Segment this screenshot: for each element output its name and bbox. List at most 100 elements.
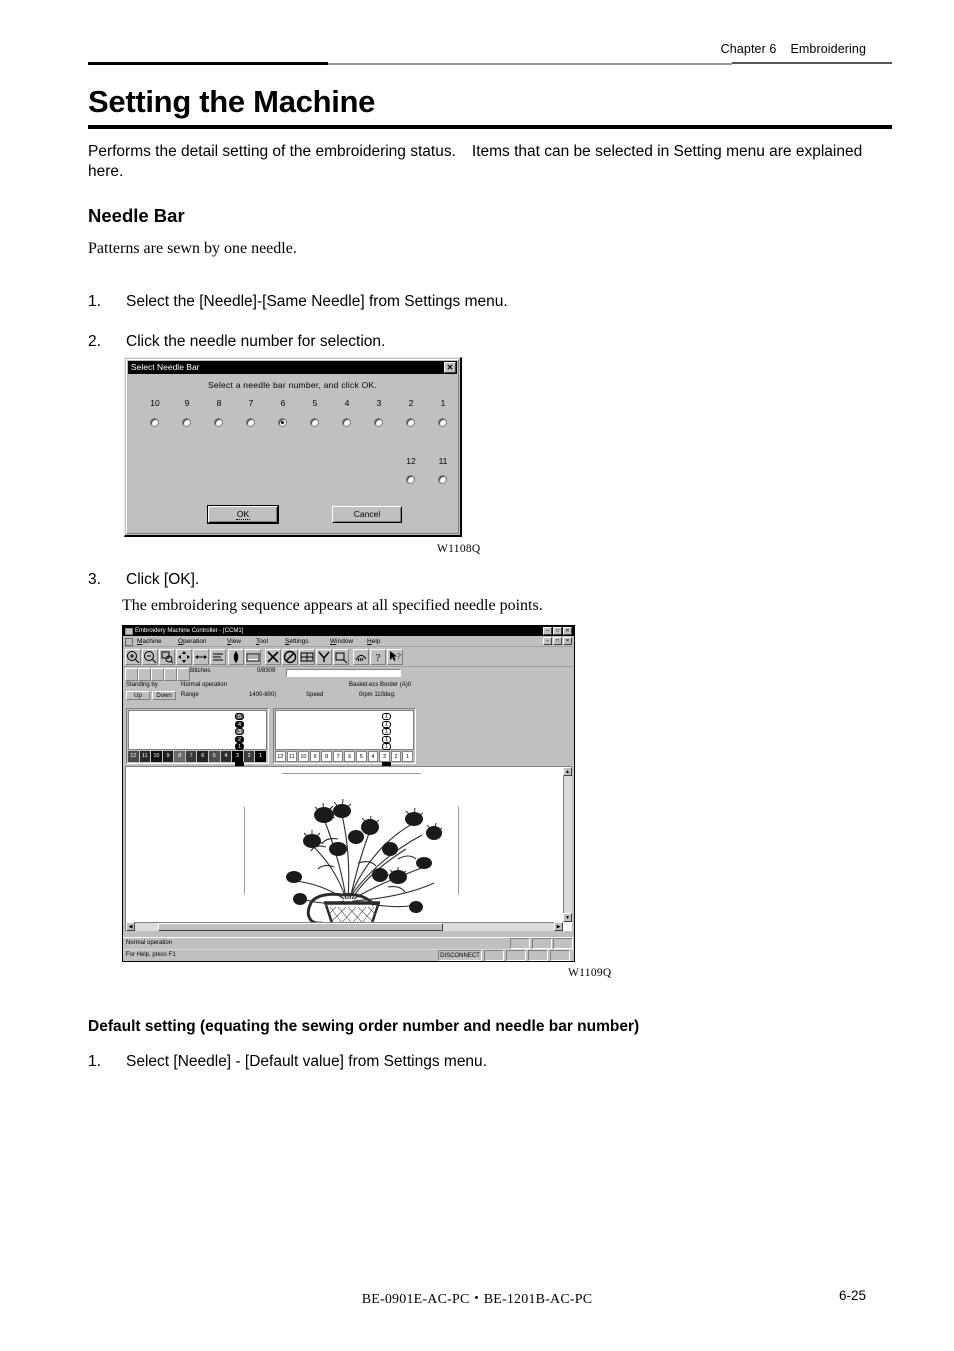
vertical-scrollbar[interactable] — [563, 767, 572, 922]
needle-scale-cell-12[interactable]: 12 — [128, 751, 140, 762]
needle-radio-5[interactable] — [310, 418, 319, 427]
trace-icon[interactable] — [316, 649, 332, 665]
needle-chip-1[interactable]: 1 — [382, 735, 391, 743]
frame-icon[interactable] — [245, 649, 261, 665]
sequence-chip-2[interactable]: 2 — [235, 735, 244, 743]
zoom-in-icon[interactable] — [125, 649, 141, 665]
thread-icon[interactable] — [353, 649, 369, 665]
down-button[interactable]: Down — [152, 691, 176, 700]
scroll-right-arrow[interactable]: ▶ — [554, 922, 563, 931]
needle-radio-4[interactable] — [342, 418, 351, 427]
mdi-minimize-button[interactable]: – — [543, 637, 552, 645]
design-canvas[interactable]: ▲ ▼ ◀ ▶ — [125, 766, 572, 931]
sequence-chip-1[interactable]: 1 — [235, 743, 244, 751]
horizontal-scrollbar[interactable] — [126, 922, 563, 931]
needle-radio-1[interactable] — [438, 418, 447, 427]
cancel-button[interactable]: Cancel — [332, 506, 402, 523]
zoom-region-icon[interactable] — [159, 649, 175, 665]
needle-scale-cell-7[interactable]: 7 — [185, 751, 198, 762]
needle-scale-cell-right-4[interactable]: 4 — [367, 751, 379, 762]
cancel-x-icon[interactable] — [265, 649, 281, 665]
move-icon[interactable] — [193, 649, 209, 665]
updown-icon[interactable] — [164, 668, 177, 681]
needle-scale-cell-right-12[interactable]: 12 — [275, 751, 286, 762]
help-pointer-icon[interactable]: ? — [387, 649, 403, 665]
needle-scale-cell-1[interactable]: 1 — [255, 751, 267, 762]
close-icon[interactable]: ✕ — [444, 361, 456, 373]
needle-scale-cell-right-8[interactable]: 8 — [321, 751, 332, 762]
menu-view[interactable]: View — [227, 636, 241, 647]
needle-chip-1[interactable]: 1 — [382, 743, 391, 751]
copy-icon[interactable] — [151, 668, 164, 681]
align-icon[interactable] — [210, 649, 226, 665]
needle-set-icon[interactable] — [333, 649, 349, 665]
needle-scale-cell-6[interactable]: 6 — [197, 751, 210, 762]
needle-scale-cell-3[interactable]: 3 — [232, 751, 244, 762]
needle-radio-9[interactable] — [182, 418, 191, 427]
menu-settings[interactable]: Settings — [285, 636, 309, 647]
needle-scale-left[interactable]: 12 11 10 9 8 7 6 5 4 3 2 1 — [128, 751, 267, 762]
needle-chip-1[interactable]: 1 — [382, 713, 391, 720]
origin-icon[interactable] — [125, 668, 138, 681]
menu-help[interactable]: Help — [367, 636, 380, 647]
needle-radio-3[interactable] — [374, 418, 383, 427]
needle-panel-right[interactable]: 11111 12 11 10 9 8 7 6 5 4 3 2 1 — [273, 708, 416, 767]
sequence-chip-4[interactable]: 4 — [235, 720, 244, 728]
window-maximize-button[interactable]: □ — [553, 627, 562, 635]
needle-scale-cell-right-10[interactable]: 10 — [298, 751, 309, 762]
needle-scale-cell-right-9[interactable]: 9 — [309, 751, 321, 762]
needle-scale-cell-5[interactable]: 5 — [209, 751, 221, 762]
sequence-chip-5[interactable]: 5 — [235, 713, 244, 720]
menu-machine[interactable]: Machine — [137, 636, 162, 647]
zoom-out-icon[interactable] — [142, 649, 158, 665]
ok-button[interactable]: OK — [207, 505, 279, 524]
needle-scale-cell-8[interactable]: 8 — [174, 751, 186, 762]
horizontal-scroll-thumb[interactable] — [158, 923, 443, 931]
needle-scale-cell-4[interactable]: 4 — [220, 751, 233, 762]
menu-tool[interactable]: Tool — [256, 636, 268, 647]
needle-scale-cell-9[interactable]: 9 — [162, 751, 175, 762]
mdi-maximize-button[interactable]: □ — [553, 637, 562, 645]
window-controls[interactable]: – □ ✕ — [543, 627, 572, 635]
needle-radio-12[interactable] — [406, 475, 415, 484]
up-button[interactable]: Up — [126, 691, 150, 700]
needle-radio-2[interactable] — [406, 418, 415, 427]
needle-scale-cell-10[interactable]: 10 — [151, 751, 163, 762]
needle-scale-cell-right-7[interactable]: 7 — [332, 751, 344, 762]
window-minimize-button[interactable]: – — [543, 627, 552, 635]
bobbin-icon[interactable] — [228, 649, 244, 665]
window-close-button[interactable]: ✕ — [563, 627, 572, 635]
needle-scale-right[interactable]: 12 11 10 9 8 7 6 5 4 3 2 1 — [275, 751, 414, 762]
mdi-close-button[interactable]: ✕ — [563, 637, 572, 645]
needle-radio-11[interactable] — [438, 475, 447, 484]
needle-scale-cell-right-6[interactable]: 6 — [344, 751, 356, 762]
needle-scale-cell-11[interactable]: 11 — [139, 751, 152, 762]
needle-icon[interactable] — [138, 668, 151, 681]
scroll-down-arrow[interactable]: ▼ — [563, 913, 572, 922]
svg-text:?: ? — [397, 652, 401, 661]
needle-chip-1[interactable]: 1 — [382, 728, 391, 736]
menu-window[interactable]: Window — [330, 636, 353, 647]
needle-scale-cell-right-5[interactable]: 5 — [356, 751, 367, 762]
needle-radio-7[interactable] — [246, 418, 255, 427]
menu-operation[interactable]: Operation — [178, 636, 207, 647]
mdi-window-controls[interactable]: – □ ✕ — [543, 637, 572, 645]
needle-radio-8[interactable] — [214, 418, 223, 427]
needle-radio-6[interactable] — [278, 418, 287, 427]
scroll-up-arrow[interactable]: ▲ — [563, 767, 572, 776]
needle-scale-cell-right-11[interactable]: 11 — [286, 751, 298, 762]
needle-chip-1[interactable]: 1 — [382, 720, 391, 728]
needle-scale-cell-right-2[interactable]: 2 — [390, 751, 402, 762]
needle-panel-left[interactable]: 54321 12 11 10 9 8 7 6 5 4 3 2 1 — [126, 708, 269, 767]
needle-scale-cell-right-1[interactable]: 1 — [402, 751, 413, 762]
needle-scale-cell-2[interactable]: 2 — [243, 751, 256, 762]
move-all-icon[interactable] — [176, 649, 192, 665]
prohibit-icon[interactable] — [282, 649, 298, 665]
grid-icon[interactable] — [299, 649, 315, 665]
sequence-chip-3[interactable]: 3 — [235, 728, 244, 736]
needle-radio-10[interactable] — [150, 418, 159, 427]
scroll-left-arrow[interactable]: ◀ — [126, 922, 135, 931]
help-icon[interactable]: ? — [370, 649, 386, 665]
needle-scale-cell-right-3[interactable]: 3 — [379, 751, 390, 762]
status-bar-help-text: For Help, press F1 — [126, 952, 176, 958]
